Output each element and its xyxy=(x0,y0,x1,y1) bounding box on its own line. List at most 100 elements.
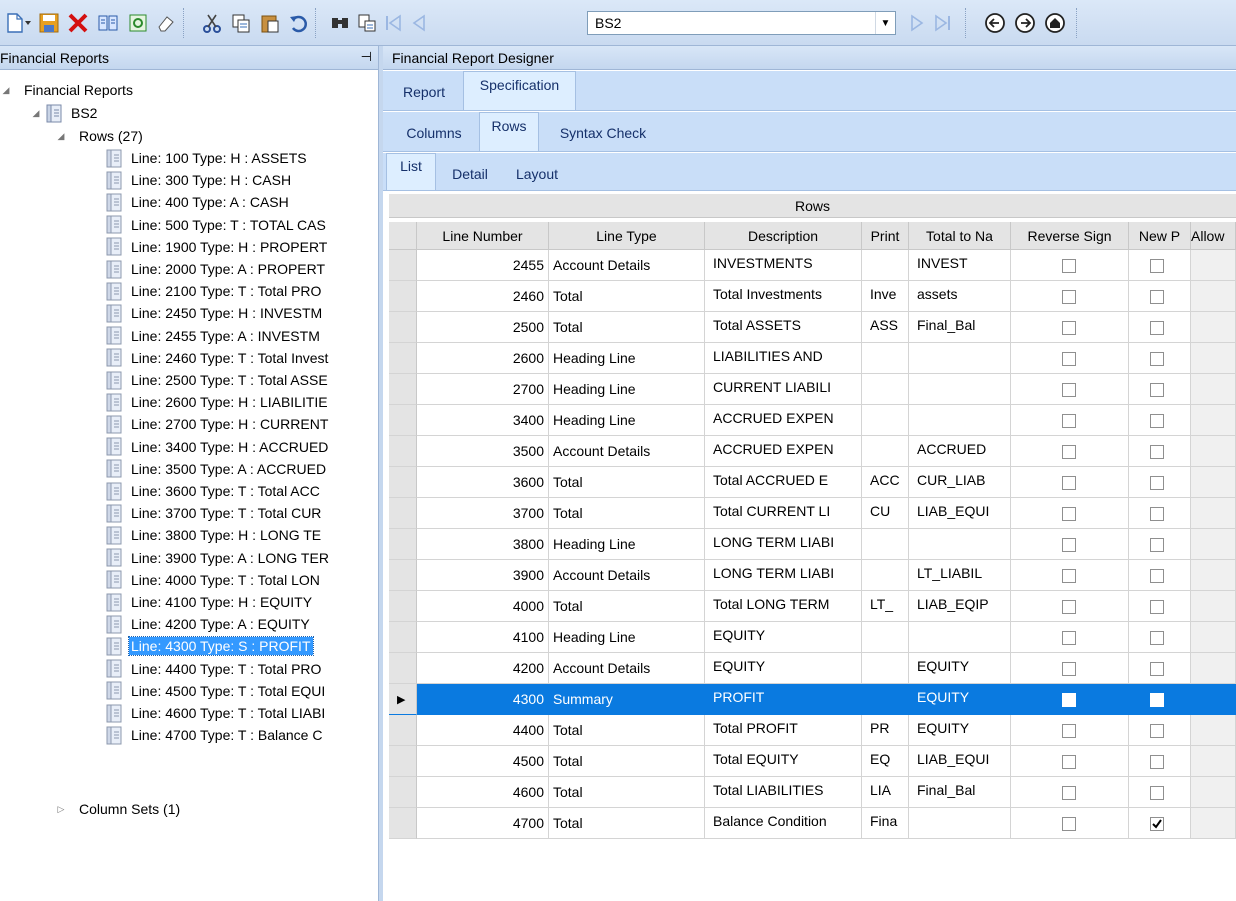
print-cell[interactable]: LIA xyxy=(862,777,909,808)
tab-list[interactable]: List xyxy=(386,153,436,190)
line-type-cell[interactable]: Total xyxy=(549,746,705,777)
line-number-cell[interactable]: 3900 xyxy=(417,560,549,591)
total-to-name-cell[interactable]: LIAB_EQUI xyxy=(909,498,1011,529)
first-record-icon[interactable] xyxy=(380,10,406,36)
column-header-total-to-name[interactable]: Total to Na xyxy=(909,222,1011,250)
print-cell[interactable]: EQ xyxy=(862,746,909,777)
table-row[interactable]: 2600 Heading Line LIABILITIES AND xyxy=(389,343,1236,374)
reverse-sign-checkbox[interactable] xyxy=(1062,476,1076,490)
tree-node-row-line[interactable]: Line: 100 Type: H : ASSETS xyxy=(106,147,309,169)
line-number-cell[interactable]: 4100 xyxy=(417,622,549,653)
tree-node-row-line[interactable]: Line: 3700 Type: T : Total CUR xyxy=(106,502,323,524)
total-to-name-cell[interactable] xyxy=(909,343,1011,374)
total-to-name-cell[interactable]: INVEST xyxy=(909,250,1011,281)
tree-node-row-line[interactable]: Line: 4400 Type: T : Total PRO xyxy=(106,658,323,680)
print-cell[interactable] xyxy=(862,622,909,653)
print-cell[interactable] xyxy=(862,343,909,374)
tree-node-row-line[interactable]: Line: 3600 Type: T : Total ACC xyxy=(106,480,322,502)
reverse-sign-checkbox[interactable] xyxy=(1062,352,1076,366)
new-page-checkbox[interactable] xyxy=(1150,259,1164,273)
tree-node-row-line[interactable]: Line: 2700 Type: H : CURRENT xyxy=(106,413,330,435)
line-type-cell[interactable]: Total xyxy=(549,591,705,622)
line-number-cell[interactable]: 2500 xyxy=(417,312,549,343)
tree-node-row-line[interactable]: Line: 3900 Type: A : LONG TER xyxy=(106,547,331,569)
line-type-cell[interactable]: Account Details xyxy=(549,436,705,467)
line-number-cell[interactable]: 2460 xyxy=(417,281,549,312)
collapse-arrow-icon[interactable]: ◢ xyxy=(30,108,42,119)
column-header-line-number[interactable]: Line Number xyxy=(417,222,549,250)
column-header-line-type[interactable]: Line Type xyxy=(549,222,705,250)
line-number-cell[interactable]: 3800 xyxy=(417,529,549,560)
row-selector[interactable] xyxy=(389,746,417,777)
table-row[interactable]: 3700 Total Total CURRENT LI CU LIAB_EQUI xyxy=(389,498,1236,529)
description-cell[interactable]: PROFIT xyxy=(705,684,862,715)
reverse-sign-checkbox[interactable] xyxy=(1062,786,1076,800)
column-header-allow[interactable]: Allow xyxy=(1191,222,1236,250)
new-page-checkbox[interactable] xyxy=(1150,476,1164,490)
column-header-new-page[interactable]: New P xyxy=(1129,222,1191,250)
total-to-name-cell[interactable]: CUR_LIAB xyxy=(909,467,1011,498)
last-record-icon[interactable] xyxy=(930,10,956,36)
total-to-name-cell[interactable]: EQUITY xyxy=(909,653,1011,684)
line-number-cell[interactable]: 4700 xyxy=(417,808,549,839)
pin-icon[interactable]: ⊣ xyxy=(361,49,372,65)
line-number-cell[interactable]: 3400 xyxy=(417,405,549,436)
new-page-checkbox[interactable] xyxy=(1150,631,1164,645)
line-number-cell[interactable]: 2700 xyxy=(417,374,549,405)
print-cell[interactable] xyxy=(862,374,909,405)
undo-icon[interactable] xyxy=(285,10,311,36)
line-type-cell[interactable]: Heading Line xyxy=(549,343,705,374)
total-to-name-cell[interactable]: LT_LIABIL xyxy=(909,560,1011,591)
row-selector[interactable] xyxy=(389,808,417,839)
description-cell[interactable]: EQUITY xyxy=(705,622,862,653)
next-record-icon[interactable] xyxy=(904,10,930,36)
row-selector[interactable] xyxy=(389,777,417,808)
table-row[interactable]: 4200 Account Details EQUITY EQUITY xyxy=(389,653,1236,684)
tree-node-row-line[interactable]: Line: 500 Type: T : TOTAL CAS xyxy=(106,214,328,236)
description-cell[interactable]: Total CURRENT LI xyxy=(705,498,862,529)
description-cell[interactable]: CURRENT LIABILI xyxy=(705,374,862,405)
tree-node-row-line[interactable]: Line: 3800 Type: H : LONG TE xyxy=(106,524,323,546)
print-cell[interactable]: CU xyxy=(862,498,909,529)
table-row[interactable]: 3800 Heading Line LONG TERM LIABI xyxy=(389,529,1236,560)
line-type-cell[interactable]: Heading Line xyxy=(549,529,705,560)
back-icon[interactable] xyxy=(982,10,1008,36)
total-to-name-cell[interactable]: EQUITY xyxy=(909,715,1011,746)
tab-rows[interactable]: Rows xyxy=(479,112,539,151)
reverse-sign-checkbox[interactable] xyxy=(1062,631,1076,645)
column-header-print[interactable]: Print xyxy=(862,222,909,250)
print-cell[interactable]: ASS xyxy=(862,312,909,343)
new-page-checkbox[interactable] xyxy=(1150,817,1164,831)
tree-node-row-line[interactable]: Line: 4500 Type: T : Total EQUI xyxy=(106,680,327,702)
line-type-cell[interactable]: Heading Line xyxy=(549,374,705,405)
tree-node-row-line[interactable]: Line: 1900 Type: H : PROPERT xyxy=(106,236,329,258)
tab-detail[interactable]: Detail xyxy=(441,156,499,192)
description-cell[interactable]: LONG TERM LIABI xyxy=(705,529,862,560)
line-type-cell[interactable]: Heading Line xyxy=(549,622,705,653)
save-icon[interactable] xyxy=(36,10,62,36)
line-type-cell[interactable]: Heading Line xyxy=(549,405,705,436)
reverse-sign-checkbox[interactable] xyxy=(1062,662,1076,676)
row-selector[interactable] xyxy=(389,405,417,436)
row-selector[interactable] xyxy=(389,498,417,529)
reverse-sign-checkbox[interactable] xyxy=(1062,569,1076,583)
table-row[interactable]: 4100 Heading Line EQUITY xyxy=(389,622,1236,653)
row-selector[interactable] xyxy=(389,374,417,405)
description-cell[interactable]: INVESTMENTS xyxy=(705,250,862,281)
new-page-checkbox[interactable] xyxy=(1150,569,1164,583)
row-selector[interactable] xyxy=(389,281,417,312)
tree-node-row-line[interactable]: Line: 2460 Type: T : Total Invest xyxy=(106,347,330,369)
table-row[interactable]: 3900 Account Details LONG TERM LIABI LT_LIA… xyxy=(389,560,1236,591)
tree-node-report[interactable]: ◢ BS2 xyxy=(30,102,99,124)
line-type-cell[interactable]: Total xyxy=(549,467,705,498)
new-page-checkbox[interactable] xyxy=(1150,507,1164,521)
print-cell[interactable]: Fina xyxy=(862,808,909,839)
reverse-sign-checkbox[interactable] xyxy=(1062,321,1076,335)
new-page-checkbox[interactable] xyxy=(1150,600,1164,614)
new-page-checkbox[interactable] xyxy=(1150,755,1164,769)
reverse-sign-checkbox[interactable] xyxy=(1062,414,1076,428)
total-to-name-cell[interactable]: LIAB_EQUI xyxy=(909,746,1011,777)
tab-columns[interactable]: Columns xyxy=(393,115,475,151)
line-type-cell[interactable]: Total xyxy=(549,312,705,343)
new-page-checkbox[interactable] xyxy=(1150,662,1164,676)
